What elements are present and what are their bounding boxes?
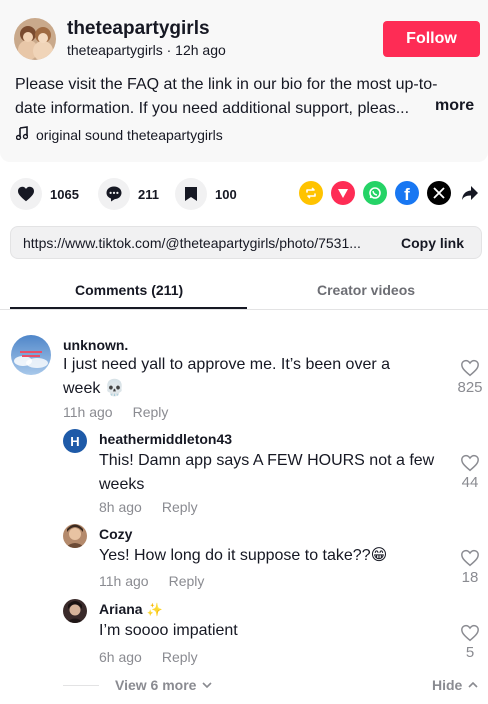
action-bar: 1065 211 100 f bbox=[10, 176, 480, 212]
caption-more-link[interactable]: more bbox=[435, 97, 474, 115]
comment-like-button[interactable]: 18 bbox=[450, 549, 488, 586]
comment-like-button[interactable]: 44 bbox=[450, 454, 488, 491]
hide-label: Hide bbox=[432, 677, 463, 693]
hide-replies-button[interactable]: Hide bbox=[432, 677, 478, 693]
comment-text-line: weeks bbox=[99, 476, 145, 493]
comment-meta: 6h ago Reply bbox=[99, 649, 198, 665]
comment-text: Yes! How long do it suppose to take??😁 bbox=[99, 547, 388, 564]
author-handle[interactable]: theteapartygirls bbox=[67, 42, 163, 58]
tab-comments[interactable]: Comments (211) bbox=[75, 282, 183, 298]
comment-count: 211 bbox=[138, 186, 159, 202]
comment-button[interactable]: 211 bbox=[98, 176, 159, 212]
view-more-label: View 6 more bbox=[115, 677, 197, 693]
comment-text-line: week 💀 bbox=[63, 380, 125, 397]
comment-text-line: This! Damn app says A FEW HOURS not a fe… bbox=[99, 452, 435, 469]
like-count: 1065 bbox=[50, 186, 79, 202]
avatar-initial: H bbox=[70, 433, 80, 449]
comment-meta: 11h ago Reply bbox=[99, 573, 204, 589]
view-more-replies-button[interactable]: View 6 more bbox=[115, 677, 213, 693]
comment-username[interactable]: Cozy bbox=[99, 526, 132, 542]
music-note-icon bbox=[15, 126, 29, 143]
comment-text: This! Damn app says A FEW HOURS not a fe… bbox=[99, 449, 439, 497]
heart-icon bbox=[10, 178, 42, 210]
save-count: 100 bbox=[215, 186, 237, 202]
comment-like-button[interactable]: 5 bbox=[450, 624, 488, 661]
tab-creator-videos[interactable]: Creator videos bbox=[317, 282, 415, 298]
chevron-up-icon bbox=[468, 682, 478, 688]
comment-like-button[interactable]: 825 bbox=[450, 359, 488, 396]
x-icon[interactable] bbox=[427, 181, 451, 205]
comment-like-count: 44 bbox=[461, 474, 479, 491]
author-username[interactable]: theteapartygirls bbox=[67, 18, 210, 40]
comment-icon bbox=[98, 178, 130, 210]
avatar[interactable]: H bbox=[63, 429, 87, 453]
author-avatar[interactable] bbox=[14, 18, 56, 60]
sparkle-icon: ✨ bbox=[146, 602, 163, 617]
reply-button[interactable]: Reply bbox=[162, 649, 198, 665]
post-url[interactable]: https://www.tiktok.com/@theteapartygirls… bbox=[23, 235, 385, 251]
avatar[interactable] bbox=[63, 524, 87, 548]
tab-active-indicator bbox=[10, 307, 247, 309]
replies-footer: View 6 more Hide bbox=[63, 675, 483, 695]
heart-outline-icon bbox=[461, 359, 479, 377]
comment-time: 11h ago bbox=[99, 573, 149, 589]
avatar[interactable] bbox=[63, 599, 87, 623]
bookmark-icon bbox=[175, 178, 207, 210]
comment-meta: 11h ago Reply bbox=[63, 404, 168, 420]
facebook-icon[interactable]: f bbox=[395, 181, 419, 205]
comment-meta: 8h ago Reply bbox=[99, 499, 198, 515]
divider bbox=[63, 685, 99, 686]
post-caption: Please visit the FAQ at the link in our … bbox=[15, 73, 475, 121]
comment-time: 8h ago bbox=[99, 499, 142, 515]
content-tabs: Comments (211) Creator videos bbox=[0, 274, 488, 310]
caption-line-1: Please visit the FAQ at the link in our … bbox=[15, 76, 438, 93]
caption-line-2: date information. If you need additional… bbox=[15, 100, 410, 117]
repost-icon[interactable] bbox=[299, 181, 323, 205]
separator-dot: · bbox=[166, 42, 176, 58]
reply-button[interactable]: Reply bbox=[169, 573, 205, 589]
save-button[interactable]: 100 bbox=[175, 176, 237, 212]
follow-button[interactable]: Follow bbox=[383, 21, 480, 57]
comment-username[interactable]: heathermiddleton43 bbox=[99, 431, 232, 447]
reply-button[interactable]: Reply bbox=[162, 499, 198, 515]
comment-like-count: 18 bbox=[461, 569, 479, 586]
link-copy-box: https://www.tiktok.com/@theteapartygirls… bbox=[10, 226, 482, 259]
heart-outline-icon bbox=[461, 549, 479, 567]
comment-text-line: I just need yall to approve me. It’s bee… bbox=[63, 356, 391, 373]
reply-button[interactable]: Reply bbox=[133, 404, 169, 420]
comment-time: 11h ago bbox=[63, 404, 113, 420]
send-icon[interactable] bbox=[331, 181, 355, 205]
comment-time: 6h ago bbox=[99, 649, 142, 665]
heart-outline-icon bbox=[461, 454, 479, 472]
chevron-down-icon bbox=[202, 682, 213, 688]
post-time: 12h ago bbox=[175, 42, 226, 58]
like-button[interactable]: 1065 bbox=[10, 176, 79, 212]
comment-username[interactable]: unknown. bbox=[63, 337, 128, 353]
comment-text: I just need yall to approve me. It’s bee… bbox=[63, 353, 423, 401]
post-header: theteapartygirls theteapartygirls · 12h … bbox=[0, 0, 488, 162]
whatsapp-icon[interactable] bbox=[363, 181, 387, 205]
share-arrow-icon[interactable] bbox=[458, 181, 482, 205]
heart-outline-icon bbox=[461, 624, 479, 642]
comment-like-count: 825 bbox=[457, 379, 483, 396]
copy-link-button[interactable]: Copy link bbox=[401, 235, 464, 251]
comment-text: I’m soooo impatient bbox=[99, 622, 238, 639]
sound-link[interactable]: original sound theteapartygirls bbox=[15, 126, 223, 143]
comment-username: Ariana ✨ bbox=[99, 601, 163, 618]
comment-username-text[interactable]: Ariana bbox=[99, 601, 143, 617]
sound-label: original sound theteapartygirls bbox=[36, 126, 223, 143]
comment-like-count: 5 bbox=[465, 644, 475, 661]
avatar[interactable] bbox=[11, 335, 51, 375]
author-subline: theteapartygirls · 12h ago bbox=[67, 42, 226, 58]
